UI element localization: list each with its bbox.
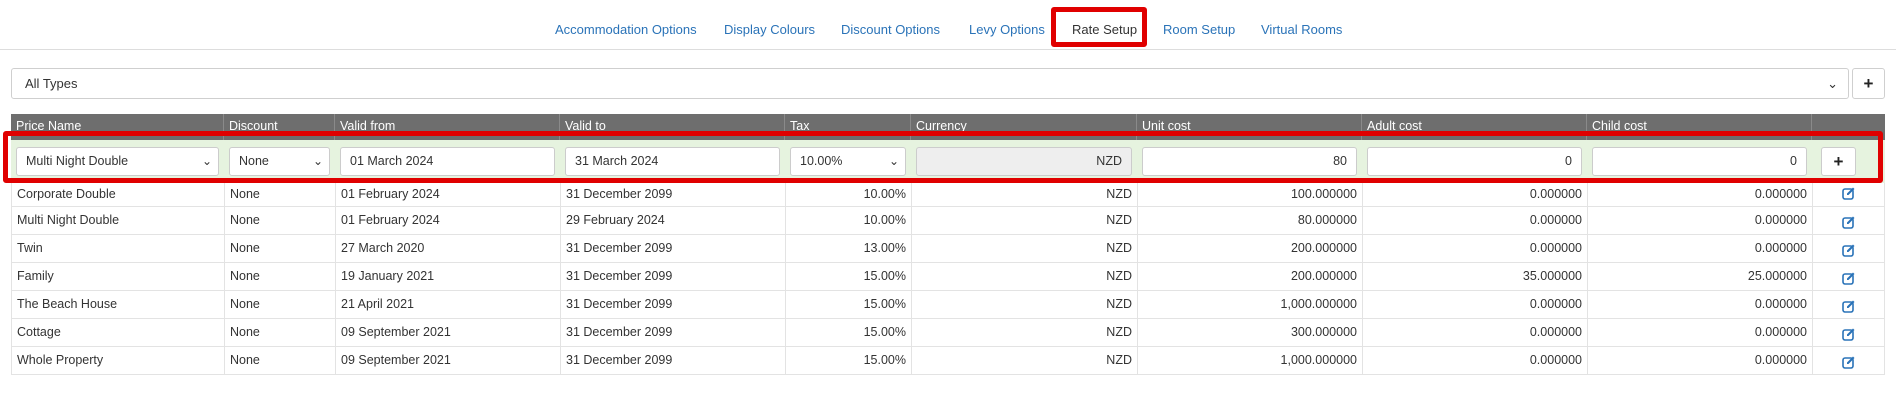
cell-discount: None (225, 263, 336, 290)
cell-child-cost: 0.000000 (1588, 291, 1813, 318)
room-type-select[interactable]: All Types ⌄ (11, 68, 1849, 99)
cell-child-cost: 25.000000 (1588, 263, 1813, 290)
tab-virtual-rooms[interactable]: Virtual Rooms (1261, 19, 1342, 41)
room-type-select-value: All Types (25, 76, 78, 91)
cell-tax: 10.00% (786, 207, 912, 234)
cell-discount: None (225, 319, 336, 346)
cell-valid-to: 31 December 2099 (561, 183, 786, 206)
cell-actions (1813, 235, 1884, 262)
cell-valid-to: 31 December 2099 (561, 291, 786, 318)
cell-tax: 15.00% (786, 263, 912, 290)
rates-table-body: Corporate Double None 01 February 2024 31 D… (11, 183, 1885, 375)
cell-tax: 15.00% (786, 347, 912, 374)
cell-currency: NZD (912, 319, 1138, 346)
cell-adult-cost: 0.000000 (1363, 235, 1588, 262)
plus-icon: + (1863, 74, 1874, 93)
cell-adult-cost: 0.000000 (1363, 207, 1588, 234)
cell-currency: NZD (912, 347, 1138, 374)
cell-currency: NZD (912, 291, 1138, 318)
cell-adult-cost: 35.000000 (1363, 263, 1588, 290)
cell-currency: NZD (912, 235, 1138, 262)
cell-actions (1813, 183, 1884, 206)
edit-icon[interactable] (1841, 212, 1856, 229)
cell-valid-from: 21 April 2021 (336, 291, 561, 318)
cell-discount: None (225, 291, 336, 318)
chevron-down-icon: ⌄ (1827, 76, 1838, 91)
cell-unit-cost: 80.000000 (1138, 207, 1363, 234)
cell-child-cost: 0.000000 (1588, 319, 1813, 346)
edit-icon[interactable] (1841, 185, 1856, 200)
cell-valid-to: 31 December 2099 (561, 263, 786, 290)
cell-child-cost: 0.000000 (1588, 183, 1813, 206)
cell-adult-cost: 0.000000 (1363, 319, 1588, 346)
cell-adult-cost: 0.000000 (1363, 291, 1588, 318)
edit-icon[interactable] (1841, 240, 1856, 257)
cell-valid-from: 09 September 2021 (336, 319, 561, 346)
table-row: Family None 19 January 2021 31 December 209… (11, 263, 1885, 291)
cell-actions (1813, 291, 1884, 318)
cell-adult-cost: 0.000000 (1363, 347, 1588, 374)
settings-tab-bar: Accommodation Options Display Colours Di… (0, 0, 1896, 50)
cell-price-name: Corporate Double (12, 183, 225, 206)
cell-price-name: Twin (12, 235, 225, 262)
cell-valid-from: 09 September 2021 (336, 347, 561, 374)
add-type-button[interactable]: + (1852, 68, 1885, 99)
cell-discount: None (225, 347, 336, 374)
table-row: Whole Property None 09 September 2021 31 De… (11, 347, 1885, 375)
cell-valid-from: 01 February 2024 (336, 207, 561, 234)
tab-accommodation-options[interactable]: Accommodation Options (555, 19, 697, 41)
cell-unit-cost: 200.000000 (1138, 235, 1363, 262)
cell-child-cost: 0.000000 (1588, 347, 1813, 374)
cell-unit-cost: 200.000000 (1138, 263, 1363, 290)
table-row: The Beach House None 21 April 2021 31 Decem… (11, 291, 1885, 319)
table-row: Cottage None 09 September 2021 31 December … (11, 319, 1885, 347)
cell-unit-cost: 1,000.000000 (1138, 291, 1363, 318)
cell-unit-cost: 100.000000 (1138, 183, 1363, 206)
tab-levy-options[interactable]: Levy Options (969, 19, 1045, 41)
cell-actions (1813, 207, 1884, 234)
cell-valid-to: 31 December 2099 (561, 347, 786, 374)
cell-price-name: Family (12, 263, 225, 290)
edit-icon[interactable] (1841, 296, 1856, 313)
cell-price-name: Whole Property (12, 347, 225, 374)
edit-icon[interactable] (1841, 324, 1856, 341)
cell-unit-cost: 300.000000 (1138, 319, 1363, 346)
cell-adult-cost: 0.000000 (1363, 183, 1588, 206)
cell-tax: 10.00% (786, 183, 912, 206)
cell-price-name: Cottage (12, 319, 225, 346)
cell-currency: NZD (912, 263, 1138, 290)
table-row: Multi Night Double None 01 February 2024 29… (11, 207, 1885, 235)
cell-child-cost: 0.000000 (1588, 235, 1813, 262)
cell-currency: NZD (912, 207, 1138, 234)
tab-discount-options[interactable]: Discount Options (841, 19, 940, 41)
cell-tax: 15.00% (786, 291, 912, 318)
tab-room-setup[interactable]: Room Setup (1163, 19, 1235, 41)
active-tab-highlight (1051, 7, 1147, 47)
edit-icon[interactable] (1841, 268, 1856, 285)
cell-valid-from: 01 February 2024 (336, 183, 561, 206)
table-row: Corporate Double None 01 February 2024 31 D… (11, 183, 1885, 207)
cell-actions (1813, 319, 1884, 346)
edit-icon[interactable] (1841, 352, 1856, 369)
cell-discount: None (225, 183, 336, 206)
cell-price-name: The Beach House (12, 291, 225, 318)
cell-tax: 13.00% (786, 235, 912, 262)
cell-child-cost: 0.000000 (1588, 207, 1813, 234)
cell-valid-to: 31 December 2099 (561, 319, 786, 346)
cell-tax: 15.00% (786, 319, 912, 346)
cell-currency: NZD (912, 183, 1138, 206)
cell-valid-from: 27 March 2020 (336, 235, 561, 262)
cell-discount: None (225, 235, 336, 262)
new-row-highlight (3, 131, 1883, 183)
cell-valid-to: 29 February 2024 (561, 207, 786, 234)
cell-unit-cost: 1,000.000000 (1138, 347, 1363, 374)
cell-actions (1813, 263, 1884, 290)
cell-actions (1813, 347, 1884, 374)
cell-valid-to: 31 December 2099 (561, 235, 786, 262)
cell-valid-from: 19 January 2021 (336, 263, 561, 290)
cell-discount: None (225, 207, 336, 234)
table-row: Twin None 27 March 2020 31 December 2099 13.… (11, 235, 1885, 263)
cell-price-name: Multi Night Double (12, 207, 225, 234)
tab-display-colours[interactable]: Display Colours (724, 19, 815, 41)
